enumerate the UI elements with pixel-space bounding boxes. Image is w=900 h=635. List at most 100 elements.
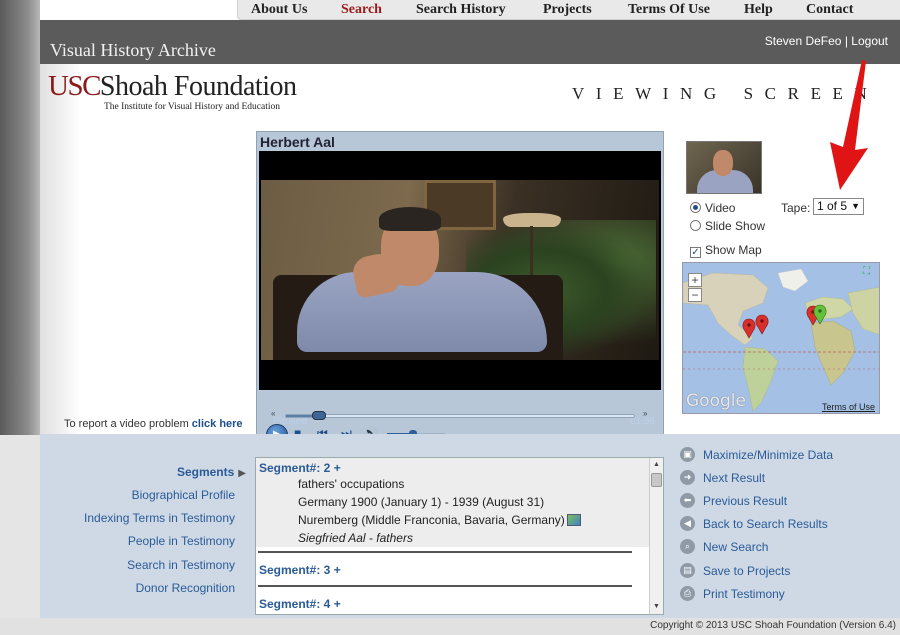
- nav-contact[interactable]: Contact: [806, 2, 853, 18]
- tape-select[interactable]: 1 of 5 ▼: [813, 198, 864, 215]
- segment-2-date-range: Germany 1900 (January 1) - 1939 (August …: [298, 495, 545, 509]
- menu-biographical-profile[interactable]: Biographical Profile: [132, 488, 235, 502]
- map-location-icon[interactable]: [566, 514, 581, 526]
- map-terms-link[interactable]: Terms of Use: [822, 402, 875, 412]
- map-land-asia: [847, 287, 879, 335]
- back-icon: ◀: [680, 516, 695, 532]
- segments-scrollbar[interactable]: ▲ ▼: [649, 458, 663, 614]
- video-radio-option[interactable]: Video: [690, 201, 735, 215]
- map-land-africa: [810, 320, 856, 386]
- copyright: Copyright © 2013 USC Shoah Foundation (V…: [650, 620, 896, 631]
- logout-link[interactable]: Logout: [851, 34, 888, 48]
- report-problem-link[interactable]: click here: [192, 418, 243, 430]
- segment-4-title[interactable]: Segment#: 4 +: [259, 597, 341, 611]
- fullscreen-icon[interactable]: ⛶: [863, 266, 875, 278]
- printer-icon: ⎙: [680, 586, 695, 602]
- thumbnail-head: [713, 150, 733, 176]
- video-lamp: [503, 213, 561, 227]
- seek-back-arrow-icon[interactable]: «: [271, 409, 275, 418]
- logo-usc: USC: [48, 70, 101, 102]
- slideshow-radio-option[interactable]: Slide Show: [690, 219, 765, 233]
- print-testimony-label: Print Testimony: [703, 586, 785, 601]
- scroll-thumb[interactable]: [651, 473, 662, 487]
- maximize-icon: ▣: [680, 447, 695, 463]
- user-name: Steven DeFeo: [764, 34, 842, 48]
- new-search-label: New Search: [703, 539, 769, 554]
- video-area[interactable]: Paused 01:56: [259, 151, 661, 427]
- video-frame: [261, 180, 659, 360]
- report-problem-text: To report a video problem: [64, 418, 189, 430]
- menu-indexing-terms[interactable]: Indexing Terms in Testimony: [84, 511, 235, 525]
- tape-select-value: 1 of 5: [817, 199, 848, 213]
- interviewee-thumbnail: [686, 141, 762, 194]
- segment-2-location-text: Nuremberg (Middle Franconia, Bavaria, Ge…: [298, 513, 565, 527]
- arrow-left-icon: ⬅: [680, 493, 695, 509]
- slideshow-radio[interactable]: [690, 220, 701, 231]
- interviewee-name: Herbert Aal: [260, 134, 335, 150]
- usc-shoah-logo[interactable]: USCShoah Foundation The Institute for Vi…: [48, 70, 297, 112]
- location-map[interactable]: + − ⛶ Google Terms of Use: [682, 262, 880, 414]
- map-land-south-america: [742, 346, 779, 412]
- tape-label: Tape:: [781, 201, 811, 215]
- show-map-label: Show Map: [705, 243, 762, 257]
- save-to-projects-action[interactable]: ▤ Save to Projects: [680, 563, 791, 579]
- back-to-search-results-action[interactable]: ◀ Back to Search Results: [680, 516, 828, 532]
- map-land-greenland: [777, 268, 809, 292]
- segment-2-block: Segment#: 2 + fathers' occupations Germa…: [256, 458, 650, 547]
- seek-bar[interactable]: [285, 411, 635, 420]
- back-to-search-results-label: Back to Search Results: [703, 516, 828, 531]
- map-marker-2[interactable]: [755, 314, 769, 335]
- red-annotation-arrow-icon: [830, 60, 868, 190]
- scroll-up-icon[interactable]: ▲: [650, 459, 663, 471]
- segment-3-title[interactable]: Segment#: 3 +: [259, 563, 341, 577]
- nav-search-history[interactable]: Search History: [416, 2, 506, 18]
- segment-2-location: Nuremberg (Middle Franconia, Bavaria, Ge…: [298, 513, 581, 527]
- map-zoom-in-button[interactable]: +: [688, 273, 702, 287]
- segment-2-title[interactable]: Segment#: 2 +: [259, 461, 341, 475]
- menu-segments-label: Segments: [176, 465, 235, 479]
- nav-search[interactable]: Search: [341, 2, 382, 18]
- print-testimony-action[interactable]: ⎙ Print Testimony: [680, 586, 785, 602]
- menu-segments[interactable]: Segments ▶: [177, 465, 246, 479]
- segment-2-person: Siegfried Aal - fathers: [298, 531, 413, 545]
- previous-result-action[interactable]: ⬅ Previous Result: [680, 493, 788, 509]
- previous-result-label: Previous Result: [703, 493, 788, 508]
- save-to-projects-label: Save to Projects: [703, 563, 791, 578]
- menu-people-in-testimony[interactable]: People in Testimony: [128, 534, 235, 548]
- menu-donor-recognition[interactable]: Donor Recognition: [136, 581, 235, 595]
- video-radio-label: Video: [705, 201, 736, 215]
- map-zoom-out-button[interactable]: −: [688, 288, 702, 302]
- new-search-action[interactable]: ⌕ New Search: [680, 539, 769, 555]
- segment-divider: [258, 585, 632, 587]
- nav-projects[interactable]: Projects: [543, 2, 592, 18]
- segments-panel[interactable]: Segment#: 2 + fathers' occupations Germa…: [255, 457, 664, 615]
- triangle-right-icon: ▶: [238, 468, 246, 479]
- map-marker-active[interactable]: [813, 304, 827, 325]
- maximize-minimize-data-action[interactable]: ▣ Maximize/Minimize Data: [680, 447, 833, 463]
- menu-search-in-testimony[interactable]: Search in Testimony: [127, 558, 235, 572]
- nav-help[interactable]: Help: [744, 2, 773, 18]
- save-icon: ▤: [680, 563, 695, 579]
- logo-tagline: The Institute for Visual History and Edu…: [104, 102, 281, 112]
- nav-terms-of-use[interactable]: Terms Of Use: [628, 2, 710, 18]
- magnifier-icon: ⌕: [680, 539, 695, 555]
- header-band: Visual History Archive Steven DeFeo | Lo…: [40, 20, 900, 64]
- archive-title: Visual History Archive: [50, 40, 216, 60]
- red-arrow-shape: [830, 60, 868, 190]
- arrow-right-icon: ➜: [680, 470, 695, 486]
- show-map-checkbox[interactable]: ✓: [690, 247, 701, 258]
- top-navigation: About Us Search Search History Projects …: [237, 0, 900, 20]
- video-player: Herbert Aal Paused 01:56 « » ▶ ■ ⏮ ⏭ 🔊: [256, 131, 664, 453]
- nav-about-us[interactable]: About Us: [251, 2, 307, 18]
- video-radio[interactable]: [690, 202, 701, 213]
- scroll-down-icon[interactable]: ▼: [650, 601, 663, 613]
- next-result-action[interactable]: ➜ Next Result: [680, 470, 765, 486]
- user-area: Steven DeFeo | Logout: [765, 34, 888, 48]
- user-separator: |: [844, 34, 848, 48]
- seek-forward-arrow-icon[interactable]: »: [643, 409, 647, 418]
- video-interviewee-hair: [379, 207, 441, 231]
- google-logo[interactable]: Google: [686, 391, 746, 411]
- segment-divider: [258, 551, 632, 553]
- show-map-option[interactable]: ✓ Show Map: [690, 243, 762, 258]
- seek-handle[interactable]: [312, 411, 326, 420]
